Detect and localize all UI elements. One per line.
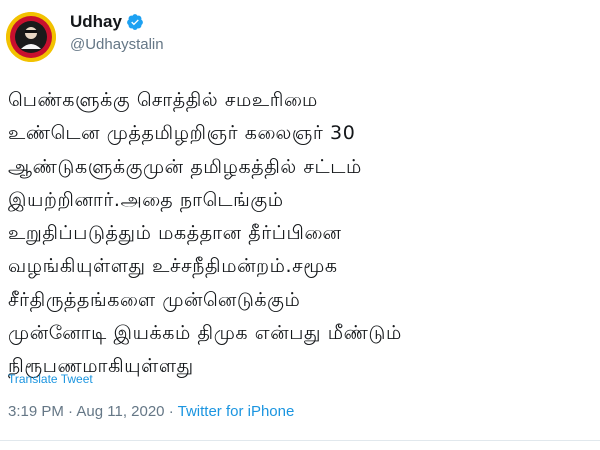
tweet-text-line: உறுதிப்படுத்தும் மகத்தான தீர்ப்பினை [8,222,342,245]
author-handle[interactable]: @Udhaystalin [70,36,164,53]
verified-badge-icon [126,13,144,31]
divider [0,440,600,441]
translate-tweet-link[interactable]: Translate Tweet [8,372,93,386]
tweet-text-line: ஆண்டுகளுக்குமுன் தமிழகத்தில் சட்டம் [8,155,362,178]
tweet-text-line: முன்னோடி இயக்கம் திமுக என்பது மீண்டும் [8,322,402,345]
tweet-meta: 3:19 PM · Aug 11, 2020 · Twitter for iPh… [8,403,294,420]
profile-avatar-icon [6,12,56,62]
tweet-text: பெண்களுக்கு சொத்தில் சமஉரிமை உண்டென முத்… [8,84,596,384]
tweet-text-line: இயற்றினார்.அதை நாடெங்கும் [8,188,284,211]
tweet-text-line: பெண்களுக்கு சொத்தில் சமஉரிமை [8,89,318,111]
tweet-text-line: வழங்கியுள்ளது உச்சநீதிமன்றம்.சமூக [8,255,338,278]
author-header: Udhay @Udhaystalin [70,10,164,53]
author-name-row[interactable]: Udhay [70,10,164,34]
tweet-source-link[interactable]: Twitter for iPhone [178,403,295,420]
tweet-text-line: நிரூபணமாகியுள்ளது [8,355,194,378]
meta-separator: · [68,403,74,420]
tweet-text-line: சீர்திருத்தங்களை முன்னெடுக்கும் [8,288,301,311]
profile-avatar[interactable] [6,12,56,62]
tweet-time[interactable]: 3:19 PM [8,403,64,420]
tweet-text-line: உண்டென முத்தமிழறிஞர் கலைஞர் 30 [8,122,356,145]
author-display-name[interactable]: Udhay [70,12,122,32]
meta-separator: · [168,403,174,420]
tweet-date[interactable]: Aug 11, 2020 [76,403,164,420]
tweet-card: Udhay @Udhaystalin பெண்களுக்கு சொத்தில் … [0,0,600,450]
